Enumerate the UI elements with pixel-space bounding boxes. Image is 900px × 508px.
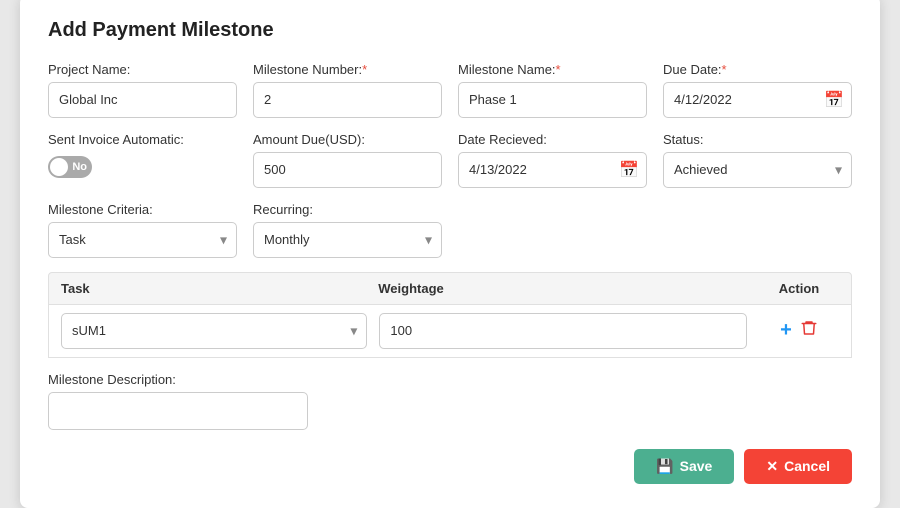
project-name-input[interactable] (48, 82, 237, 118)
amount-due-input[interactable] (253, 152, 442, 188)
date-received-label: Date Recieved: (458, 132, 647, 147)
status-select-wrapper: Achieved Pending Overdue (663, 152, 852, 188)
toggle-knob (50, 158, 68, 176)
save-label: Save (680, 458, 713, 474)
cancel-label: Cancel (784, 458, 830, 474)
weightage-input[interactable] (379, 313, 747, 349)
form-row-1: Project Name: Milestone Number:* Milesto… (48, 62, 852, 118)
trash-icon (800, 319, 818, 337)
sent-invoice-label: Sent Invoice Automatic: (48, 132, 237, 147)
description-section: Milestone Description: (48, 372, 852, 435)
status-group: Status: Achieved Pending Overdue (663, 132, 852, 188)
recurring-label: Recurring: (253, 202, 442, 217)
date-received-input[interactable] (458, 152, 647, 188)
recurring-select[interactable]: Monthly Weekly Yearly (253, 222, 442, 258)
delete-row-button[interactable] (800, 319, 818, 342)
date-received-wrapper: 📅 (458, 152, 647, 188)
status-label: Status: (663, 132, 852, 147)
task-select[interactable]: sUM1 sUM2 sUM3 (61, 313, 367, 349)
action-buttons: + (759, 319, 839, 342)
modal-title: Add Payment Milestone (48, 19, 852, 42)
milestone-criteria-select[interactable]: Task Percentage (48, 222, 237, 258)
milestone-number-label: Milestone Number:* (253, 62, 442, 77)
milestone-criteria-group: Milestone Criteria: Task Percentage (48, 202, 237, 258)
milestone-number-input[interactable] (253, 82, 442, 118)
weightage-input-wrapper (379, 313, 747, 349)
cancel-button[interactable]: ✕ Cancel (744, 449, 852, 484)
due-date-label: Due Date:* (663, 62, 852, 77)
due-date-input[interactable] (663, 82, 852, 118)
task-table: Task Weightage Action sUM1 sUM2 sUM3 + (48, 272, 852, 358)
milestone-name-group: Milestone Name:* (458, 62, 647, 118)
description-textarea[interactable] (48, 392, 308, 430)
project-name-label: Project Name: (48, 62, 237, 77)
save-button[interactable]: 💾 Save (634, 449, 734, 484)
table-row: sUM1 sUM2 sUM3 + (48, 305, 852, 358)
milestone-number-group: Milestone Number:* (253, 62, 442, 118)
milestone-criteria-label: Milestone Criteria: (48, 202, 237, 217)
cancel-icon: ✕ (766, 458, 778, 475)
amount-due-label: Amount Due(USD): (253, 132, 442, 147)
weightage-column-header: Weightage (378, 281, 759, 296)
status-select[interactable]: Achieved Pending Overdue (663, 152, 852, 188)
toggle-wrap: No (48, 156, 237, 178)
milestone-name-input[interactable] (458, 82, 647, 118)
date-received-group: Date Recieved: 📅 (458, 132, 647, 188)
milestone-name-label: Milestone Name:* (458, 62, 647, 77)
milestone-criteria-select-wrapper: Task Percentage (48, 222, 237, 258)
task-select-wrapper: sUM1 sUM2 sUM3 (61, 313, 367, 349)
due-date-wrapper: 📅 (663, 82, 852, 118)
due-date-group: Due Date:* 📅 (663, 62, 852, 118)
recurring-group: Recurring: Monthly Weekly Yearly (253, 202, 442, 258)
description-label: Milestone Description: (48, 372, 852, 387)
form-row-2: Sent Invoice Automatic: No Amount Due(US… (48, 132, 852, 188)
footer-buttons: 💾 Save ✕ Cancel (48, 449, 852, 484)
task-column-header: Task (61, 281, 378, 296)
sent-invoice-toggle[interactable]: No (48, 156, 92, 178)
sent-invoice-group: Sent Invoice Automatic: No (48, 132, 237, 178)
save-icon: 💾 (656, 458, 673, 475)
add-payment-milestone-modal: Add Payment Milestone Project Name: Mile… (20, 0, 880, 508)
form-row-3: Milestone Criteria: Task Percentage Recu… (48, 202, 852, 258)
add-row-button[interactable]: + (780, 319, 792, 342)
recurring-select-wrapper: Monthly Weekly Yearly (253, 222, 442, 258)
toggle-label: No (72, 161, 87, 173)
table-header: Task Weightage Action (48, 272, 852, 305)
project-name-group: Project Name: (48, 62, 237, 118)
action-column-header: Action (759, 281, 839, 296)
amount-due-group: Amount Due(USD): (253, 132, 442, 188)
